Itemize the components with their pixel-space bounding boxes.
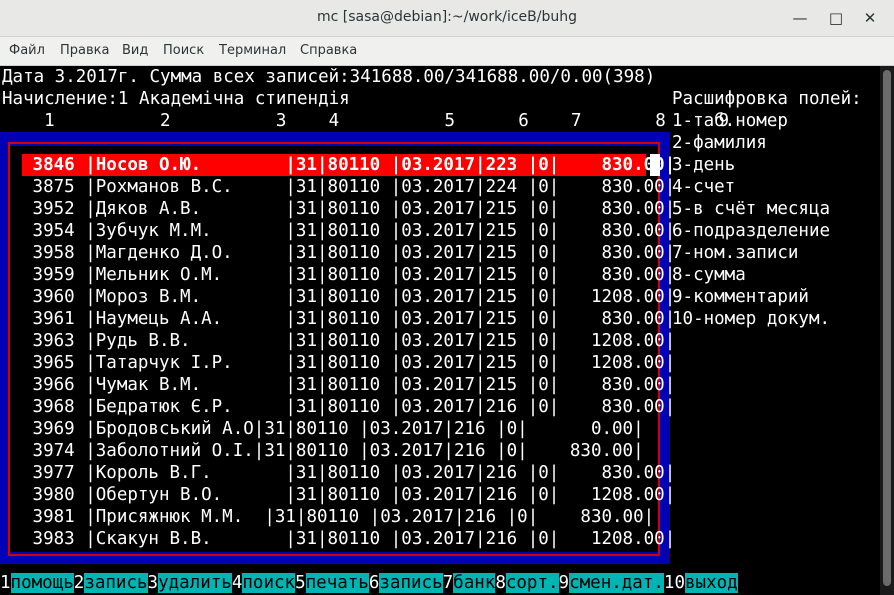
summary-line: Дата 3.2017г. Сумма всех записей:341688.… [2,67,656,87]
legend-item: 3-день [672,155,736,175]
fkey-8-number: 8 [495,573,506,593]
table-row[interactable]: 3959 |Мельник О.М. |31|80110 |03.2017|21… [22,264,676,286]
table-row[interactable]: 3969 |Бродовський А.О|31|80110 |03.2017|… [22,418,646,440]
table-row[interactable]: 3977 |Король В.Г. |31|80110 |03.2017|216… [22,462,676,484]
terminal-scrollbar[interactable] [880,66,894,595]
fkey-sort-button[interactable]: сорт. [505,573,559,593]
fkey-6-number: 6 [368,573,380,593]
table-row[interactable]: 3983 |Скакун В.В. |31|80110 |03.2017|216… [22,528,676,550]
window-titlebar: mc [sasa@debian]:~/work/iceB/buhg — □ ✕ [0,0,894,37]
table-row[interactable]: 3963 |Рудь В.В. |31|80110 |03.2017|215 |… [22,330,676,352]
table-row[interactable]: 3952 |Дяков А.В. |31|80110 |03.2017|215 … [22,198,676,220]
fkey-record-button[interactable]: запись [84,573,148,593]
legend-item: 9-комментарий [672,287,809,307]
window-title: mc [sasa@debian]:~/work/iceB/buhg [317,9,577,25]
minimize-icon[interactable]: — [790,8,810,28]
table-row[interactable]: 3966 |Чумак В.М. |31|80110 |03.2017|215 … [22,374,676,396]
scrollbar-thumb[interactable] [883,70,891,586]
table-row[interactable]: 3968 |Бедратюк Є.Р. |31|80110 |03.2017|2… [22,396,676,418]
menubar: Файл Правка Вид Поиск Терминал Справка [0,37,894,66]
accrual-line: Начисление:1 Академічна стипендія [2,89,350,109]
legend-title: Расшифровка полей: [672,89,862,109]
table-row[interactable]: 3954 |Зубчук М.М. |31|80110 |03.2017|215… [22,220,676,242]
legend-item: 7-ном.записи [672,243,799,263]
function-key-bar: 1помощь2запись3удалить4поиск5печать6запи… [0,572,738,594]
legend-item: 2-фамилия [672,133,767,153]
legend-item: 1-таб.номер [672,111,788,131]
fkey-exit-button[interactable]: выход [685,573,738,593]
column-numbers: 1 2 3 4 5 6 7 8 9 [2,111,729,131]
table-row[interactable]: 3980 |Обертун В.О. |31|80110 |03.2017|21… [22,484,676,506]
table-row[interactable]: 3875 |Рохманов В.С. |31|80110 |03.2017|2… [22,176,676,198]
fkey-9-number: 9 [558,573,570,593]
fkey-record2-button[interactable]: запись [379,573,443,593]
table-row[interactable]: 3960 |Мороз В.М. |31|80110 |03.2017|215 … [22,286,676,308]
legend-item: 5-в счёт месяца [672,199,831,219]
fkey-change-date-button[interactable]: смен.дат. [569,573,664,593]
menu-file[interactable]: Файл [9,43,45,58]
fkey-print-button[interactable]: печать [305,573,369,593]
table-row[interactable]: 3974 |Заболотний О.І.|31|80110 |03.2017|… [22,440,646,462]
table-row[interactable]: 3961 |Наумець А.А. |31|80110 |03.2017|21… [22,308,676,330]
table-row[interactable]: 3965 |Татарчук І.Р. |31|80110 |03.2017|2… [22,352,676,374]
menu-view[interactable]: Вид [122,43,148,58]
table-row[interactable]: 3958 |Магденко Д.О. |31|80110 |03.2017|2… [22,242,676,264]
legend-item: 6-подразделение [672,221,831,241]
fkey-2-number: 2 [73,573,85,593]
close-icon[interactable]: ✕ [860,8,880,28]
fkey-10-number: 10 [663,573,685,593]
legend-item: 4-счет [672,177,736,197]
fkey-1-number: 1 [0,573,11,593]
fkey-3-number: 3 [147,573,159,593]
menu-terminal[interactable]: Терминал [219,43,286,58]
fkey-delete-button[interactable]: удалить [158,573,232,593]
table-row-selected[interactable]: 3846 |Носов О.Ю. |31|80110 |03.2017|223 … [22,154,675,176]
table-row[interactable]: 3981 |Присяжнюк М.М. |31|80110 |03.2017|… [22,506,655,528]
menu-search[interactable]: Поиск [163,43,204,58]
legend-item: 8-сумма [672,265,746,285]
fkey-7-number: 7 [442,573,454,593]
fkey-search-button[interactable]: поиск [242,573,296,593]
fkey-help-button[interactable]: помощь [10,573,74,593]
fkey-bank-button[interactable]: банк [453,573,496,593]
maximize-icon[interactable]: □ [826,8,846,28]
fkey-4-number: 4 [231,573,243,593]
legend-item: 10-номер докум. [672,309,831,329]
menu-help[interactable]: Справка [300,43,357,58]
fkey-5-number: 5 [295,573,306,593]
menu-edit[interactable]: Правка [60,43,109,58]
text-cursor [650,154,660,176]
